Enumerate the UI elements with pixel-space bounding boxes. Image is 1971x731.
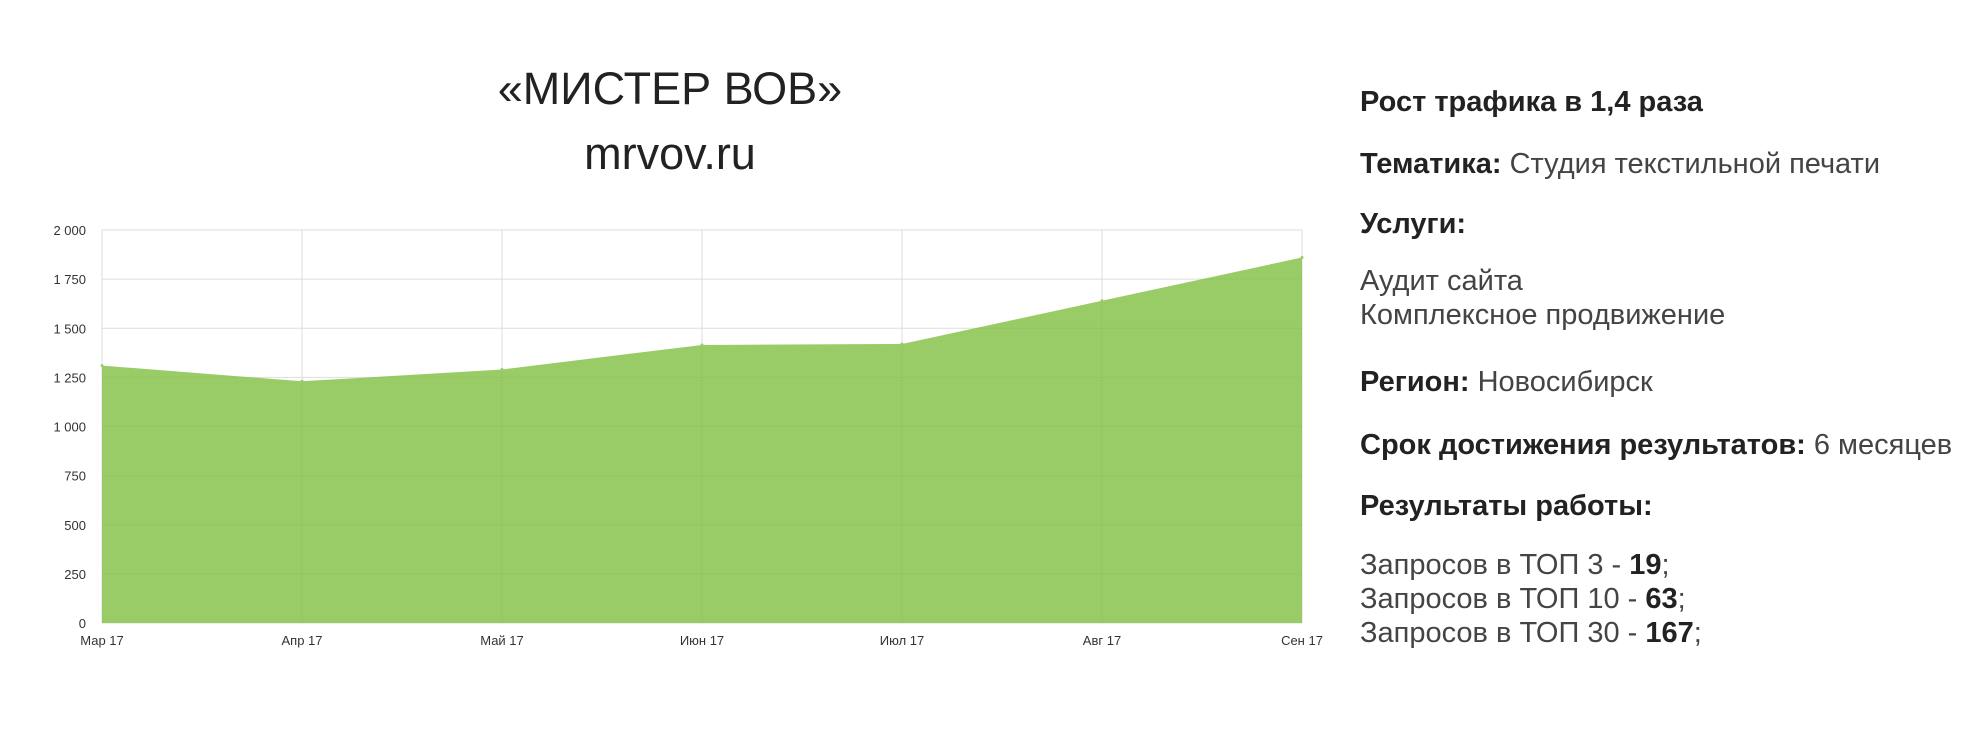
data-point [100,364,104,368]
y-tick-label: 2 000 [53,223,86,238]
result-prefix: Запросов в ТОП 3 - [1360,549,1630,581]
result-suffix: ; [1677,583,1686,615]
data-point [1300,256,1304,260]
results-list: Запросов в ТОП 3 - 19; Запросов в ТОП 10… [1360,548,1702,650]
result-value: 167 [1645,617,1694,649]
y-tick-label: 750 [64,469,86,484]
data-point [1100,299,1104,303]
result-prefix: Запросов в ТОП 10 - [1360,583,1646,615]
region-row: Регион: Новосибирск [1360,366,1653,399]
result-suffix: ; [1693,617,1702,649]
result-value: 19 [1629,549,1662,581]
traffic-growth: Рост трафика в 1,4 раза [1360,86,1703,118]
x-tick-label: Мар 17 [80,633,124,648]
result-value: 63 [1645,583,1678,615]
term-value: 6 месяцев [1805,429,1953,461]
y-tick-label: 1 000 [53,420,86,435]
x-tick-label: Апр 17 [281,633,322,648]
x-tick-label: Авг 17 [1083,633,1121,648]
y-tick-label: 1 750 [53,272,86,287]
services-label: Услуги: [1360,208,1467,240]
theme-label: Тематика: [1360,148,1502,180]
term-row: Срок достижения результатов: 6 месяцев [1360,429,1952,462]
data-point [900,342,904,346]
theme-value: Студия текстильной печати [1501,148,1881,180]
result-item: Запросов в ТОП 30 - 167; [1360,616,1702,650]
data-point [300,379,304,383]
result-prefix: Запросов в ТОП 30 - [1360,617,1646,649]
service-item: Аудит сайта [1360,265,1523,297]
x-tick-label: Май 17 [480,633,524,648]
results-label: Результаты работы: [1360,490,1653,522]
term-label: Срок достижения результатов: [1360,429,1806,461]
x-tick-label: Июл 17 [880,633,924,648]
result-item: Запросов в ТОП 10 - 63; [1360,582,1702,616]
traffic-chart: 0 250 500 750 1 000 1 250 1 500 1 750 2 000 Мар 1… [53,223,1323,648]
result-suffix: ; [1661,549,1670,581]
project-name: «МИСТЕР ВОВ» [497,63,843,114]
x-tick-label: Июн 17 [680,633,724,648]
services-list: Аудит сайта Комплексное продвижение [1360,264,1725,332]
y-tick-label: 250 [64,567,86,582]
x-tick-label: Сен 17 [1281,633,1323,648]
result-item: Запросов в ТОП 3 - 19; [1360,548,1702,582]
region-value: Новосибирск [1469,366,1653,398]
theme-row: Тематика: Студия текстильной печати [1360,148,1880,181]
data-point [700,343,704,347]
region-label: Регион: [1360,366,1470,398]
site-url: mrvov.ru [584,128,756,179]
y-tick-label: 1 250 [53,370,86,385]
y-tick-label: 1 500 [53,321,86,336]
data-point [500,368,504,372]
y-tick-label: 0 [79,616,86,631]
y-tick-label: 500 [64,518,86,533]
service-item: Комплексное продвижение [1360,299,1726,331]
